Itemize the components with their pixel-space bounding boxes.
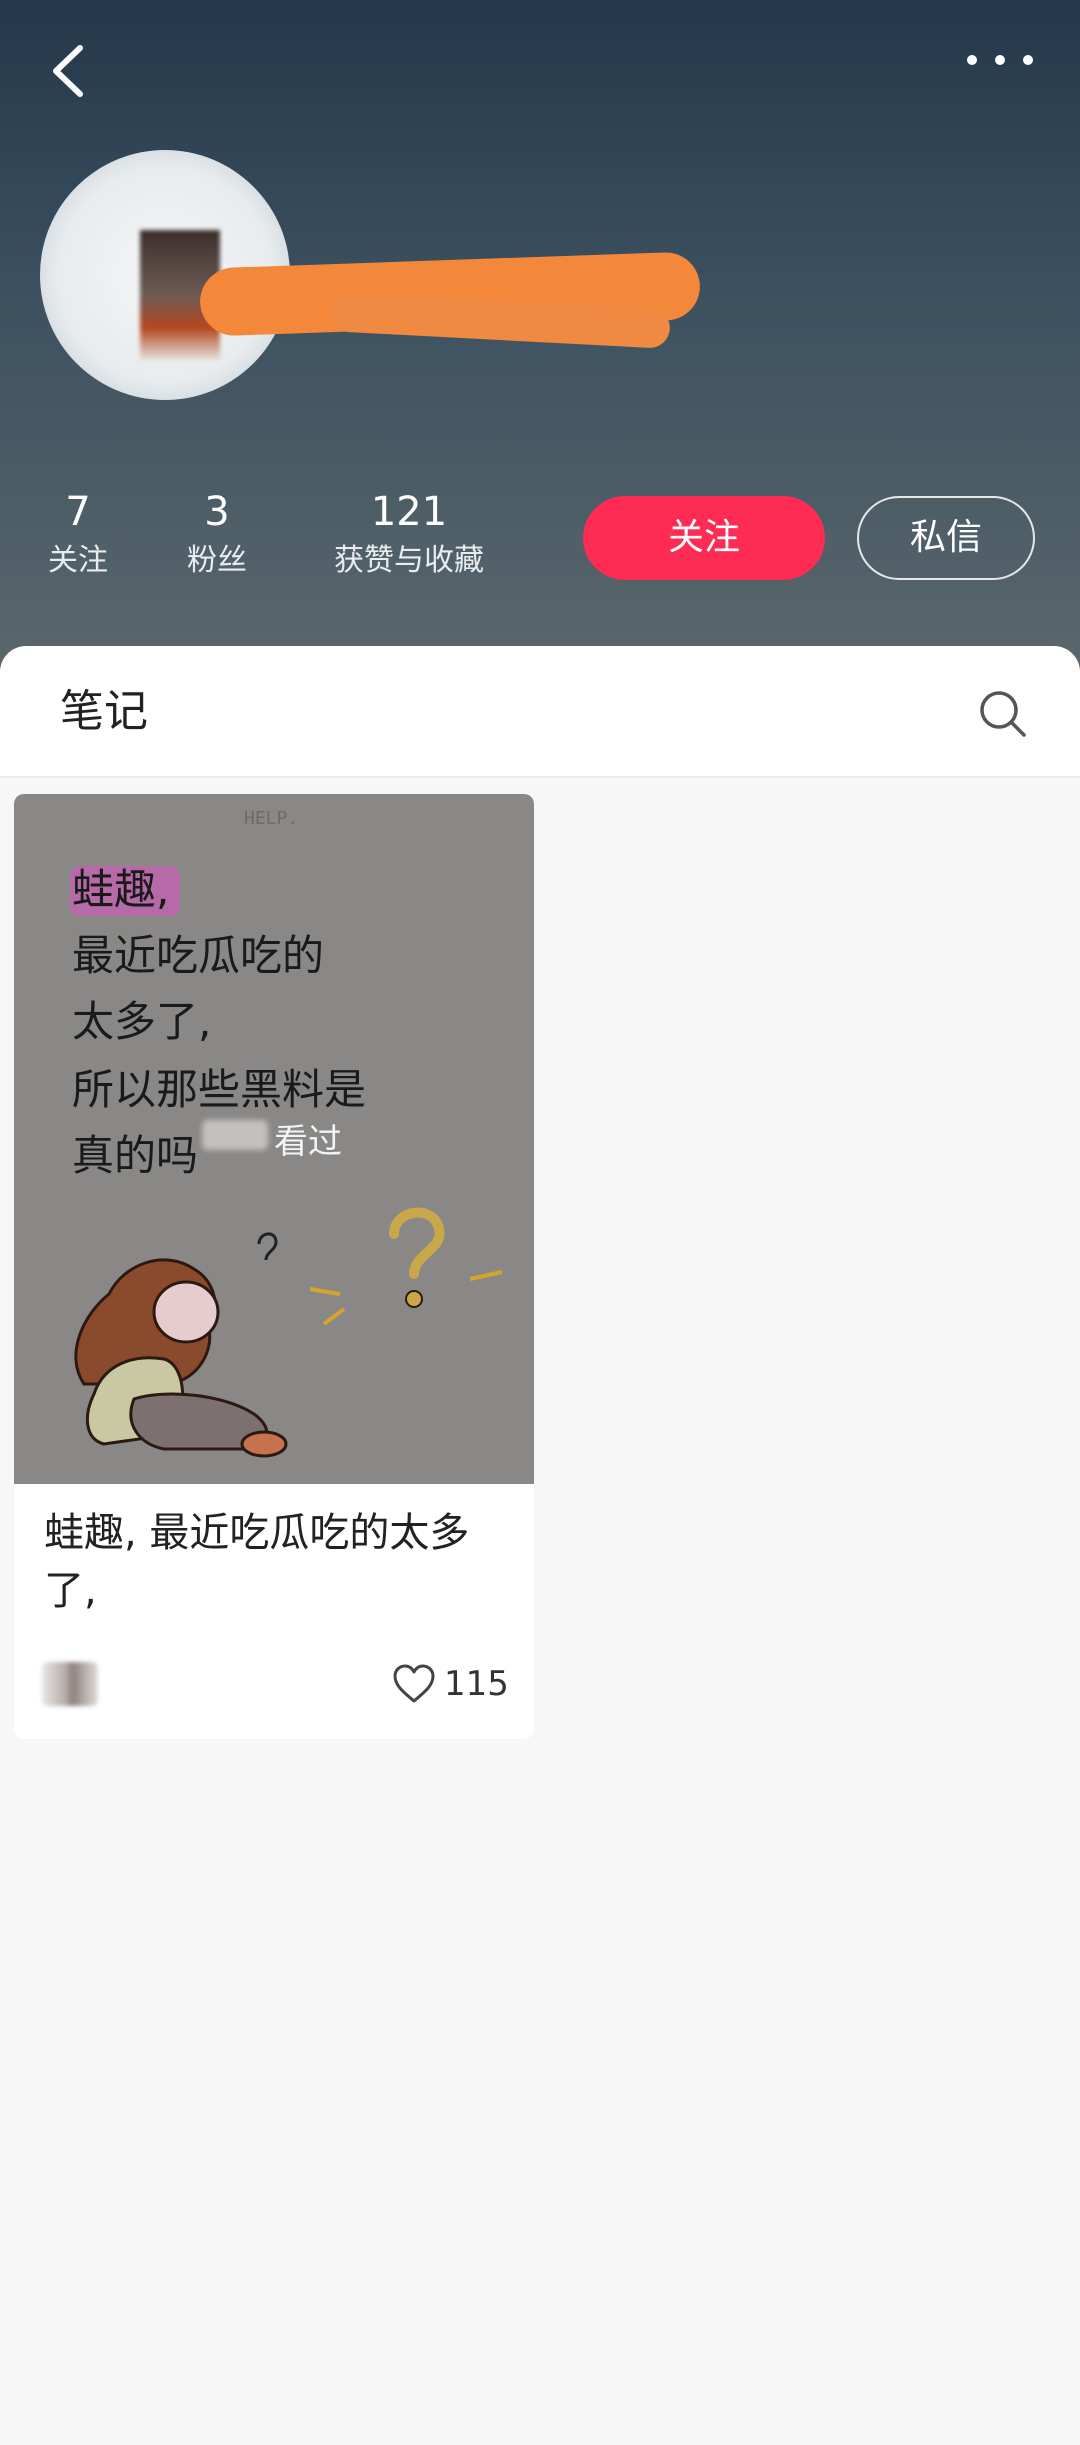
note-title: 蛙趣, 最近吃瓜吃的太多了, [44, 1510, 470, 1614]
stat-following-count: 7 [65, 489, 91, 535]
tab-notes[interactable]: 笔记 [60, 682, 148, 742]
message-button[interactable]: 私信 [857, 496, 1035, 580]
more-dots-icon [967, 55, 1033, 65]
stat-likes-collects-label: 获赞与收藏 [334, 543, 484, 578]
follow-button[interactable]: 关注 [583, 496, 825, 580]
note-cover-image: HELP. 蛙趣, 最近吃瓜吃的 太多了, 所以那些黑料是 真的吗 看过 [14, 794, 534, 1484]
girl-sitting-illustration [74, 1207, 503, 1458]
like-button[interactable]: 115 [392, 1656, 509, 1712]
stat-likes-collects-count: 121 [370, 489, 448, 535]
profile-header: 7 关注 3 粉丝 121 获赞与收藏 关注 私信 [0, 0, 1080, 670]
stat-fans[interactable]: 3 粉丝 [182, 488, 252, 582]
stat-likes-collects[interactable]: 121 获赞与收藏 [326, 488, 492, 582]
stat-fans-count: 3 [204, 489, 230, 535]
like-count: 115 [444, 1664, 509, 1704]
heart-icon [393, 1664, 435, 1703]
back-button[interactable] [42, 36, 102, 106]
note-card[interactable]: HELP. 蛙趣, 最近吃瓜吃的 太多了, 所以那些黑料是 真的吗 看过 蛙趣,… [14, 794, 534, 1739]
stat-fans-label: 粉丝 [187, 543, 247, 578]
search-icon [980, 691, 1026, 737]
stat-following-label: 关注 [48, 543, 108, 578]
more-options-button[interactable] [960, 40, 1040, 80]
search-button[interactable] [975, 686, 1031, 742]
chevron-left-icon [53, 45, 83, 97]
stat-following[interactable]: 7 关注 [44, 488, 112, 582]
notes-tab-bar: 笔记 [0, 646, 1080, 778]
note-author-avatar[interactable] [42, 1662, 98, 1706]
